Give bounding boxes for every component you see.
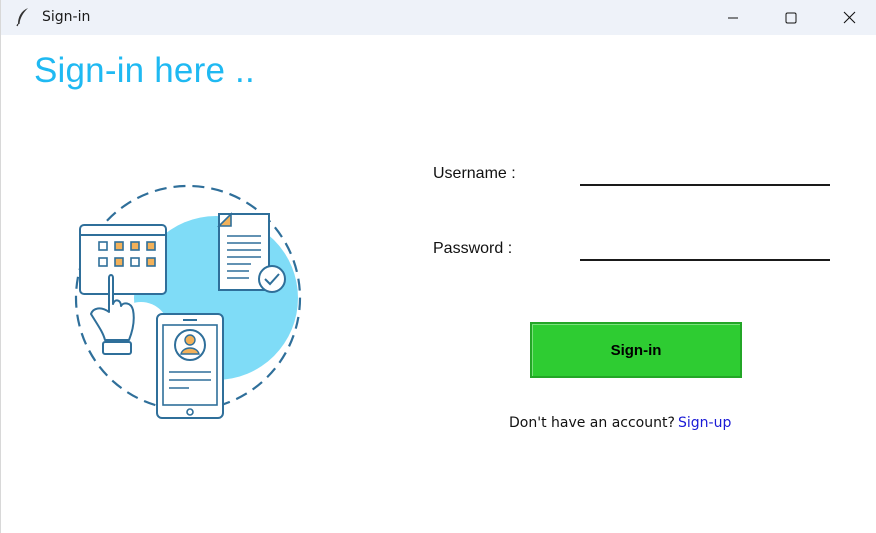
- minimize-button[interactable]: [704, 0, 762, 35]
- password-label: Password :: [433, 240, 513, 257]
- sign-in-button[interactable]: Sign-in: [530, 322, 742, 378]
- maximize-icon: [785, 12, 797, 24]
- sign-up-link[interactable]: Sign-up: [678, 415, 731, 431]
- maximize-button[interactable]: [762, 0, 820, 35]
- username-label: Username :: [433, 165, 516, 182]
- signup-prompt: Don't have an account?: [509, 415, 675, 431]
- feather-icon: [15, 7, 31, 27]
- close-icon: [843, 11, 856, 24]
- title-bar[interactable]: Sign-in: [1, 0, 876, 35]
- minimize-icon: [727, 12, 739, 24]
- close-button[interactable]: [820, 0, 876, 35]
- password-field[interactable]: [580, 239, 830, 261]
- page-title: Sign-in here ..: [34, 51, 255, 90]
- online-registration-illustration: [71, 180, 311, 425]
- app-window: Sign-in Sign-in here .. Username: Passw…: [0, 0, 876, 533]
- window-title: Sign-in: [42, 9, 91, 25]
- username-field[interactable]: [580, 164, 830, 186]
